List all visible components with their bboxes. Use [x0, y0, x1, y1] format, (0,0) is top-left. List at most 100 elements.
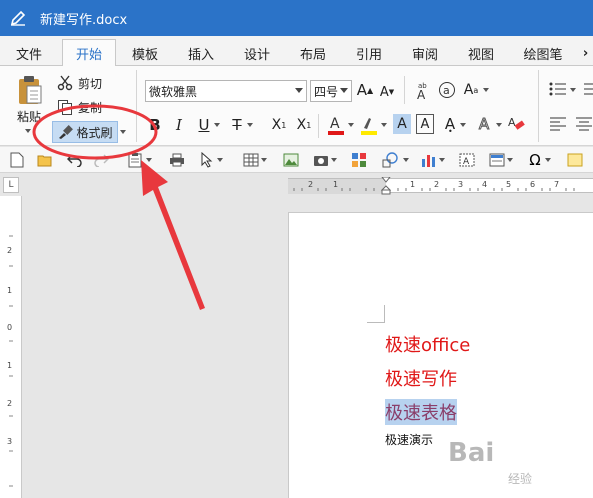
align-left-icon[interactable]	[548, 114, 568, 134]
format-painter-dropdown[interactable]	[119, 128, 127, 136]
undo-icon[interactable]	[66, 151, 84, 169]
v-ruler-tick: 2	[7, 399, 13, 408]
clipboard-dropdown[interactable]	[145, 151, 153, 169]
clear-format-icon[interactable]: A	[506, 114, 526, 134]
select-pointer-icon[interactable]	[198, 151, 216, 169]
grow-font-icon[interactable]: A ▲	[356, 79, 374, 101]
font-color-dropdown[interactable]	[347, 121, 355, 129]
subscript-icon[interactable]: X1	[268, 114, 290, 136]
font-size-value: 四号	[314, 84, 339, 99]
clipboard-icon[interactable]	[126, 151, 144, 169]
chart-icon[interactable]	[420, 151, 438, 169]
symbol-icon[interactable]: Ω	[526, 151, 544, 169]
smartart-icon[interactable]	[350, 151, 368, 169]
new-doc-icon[interactable]	[8, 151, 26, 169]
tab-template[interactable]: 模板	[122, 40, 168, 66]
tab-more[interactable]: ›	[578, 40, 593, 66]
phonetic-icon[interactable]: ab A	[412, 78, 434, 102]
chart-dropdown[interactable]	[438, 151, 446, 169]
tab-file[interactable]: 文件	[6, 40, 52, 66]
doc-line[interactable]: 极速写作	[385, 365, 457, 391]
shapes-icon[interactable]	[382, 151, 400, 169]
doc-line-selected[interactable]: 极速表格	[385, 399, 457, 425]
underline-icon[interactable]: U	[195, 114, 213, 136]
print-icon[interactable]	[168, 151, 186, 169]
highlight-dropdown[interactable]	[380, 121, 388, 129]
superscript-icon[interactable]: X1	[293, 114, 315, 136]
note-icon[interactable]	[566, 151, 584, 169]
emphasis-mark-icon[interactable]: A •	[441, 113, 459, 136]
table-dropdown[interactable]	[260, 151, 268, 169]
header-footer-dropdown[interactable]	[506, 151, 514, 169]
tab-insert[interactable]: 插入	[178, 40, 224, 66]
cut-button[interactable]: 剪切	[76, 74, 104, 92]
header-footer-icon[interactable]	[488, 151, 506, 169]
app-window: 新建写作.docx 文件 开始 模板 插入 设计 布局 引用 审阅 视图 绘图笔…	[0, 0, 593, 498]
font-family-value: 微软雅黑	[149, 84, 198, 99]
paste-dropdown[interactable]	[22, 126, 34, 136]
char-shading-icon[interactable]: A	[393, 114, 411, 134]
select-dropdown[interactable]	[216, 151, 224, 169]
strikethrough-icon[interactable]: T	[228, 114, 246, 136]
italic-icon[interactable]: I	[170, 114, 188, 136]
screenshot-icon[interactable]	[312, 151, 330, 169]
strikethrough-dropdown[interactable]	[246, 121, 254, 129]
textbox-icon[interactable]: A	[458, 151, 476, 169]
table-icon[interactable]	[242, 151, 260, 169]
doc-line[interactable]: 极速office	[385, 331, 470, 357]
tab-home[interactable]: 开始	[62, 39, 116, 67]
text-effect-icon[interactable]: A	[474, 113, 494, 135]
screenshot-dropdown[interactable]	[330, 151, 338, 169]
enclose-char-icon[interactable]: a	[437, 80, 457, 100]
doc-line[interactable]: 极速演示	[385, 431, 433, 448]
shapes-dropdown[interactable]	[402, 151, 410, 169]
v-ruler-tick: 2	[7, 246, 13, 255]
bullet-list-dropdown[interactable]	[569, 86, 577, 94]
paste-button[interactable]: 粘贴	[10, 108, 48, 124]
menu-bar: 文件 开始 模板 插入 设计 布局 引用 审阅 视图 绘图笔 ›	[0, 36, 593, 67]
horizontal-ruler[interactable]: 2 1 1 2 3 4 5 6 7	[288, 176, 593, 195]
font-color-icon[interactable]: A	[326, 112, 346, 138]
copy-icon[interactable]	[56, 98, 74, 116]
bold-icon[interactable]: B	[146, 114, 164, 136]
pen-icon[interactable]	[0, 0, 36, 36]
redo-icon[interactable]	[92, 151, 110, 169]
h-ruler-tick: 2	[308, 180, 314, 189]
format-painter-label: 格式刷	[76, 125, 113, 140]
vertical-ruler[interactable]: 2 1 0 1 2 3	[0, 196, 22, 498]
tab-design[interactable]: 设计	[234, 40, 280, 66]
shrink-font-icon[interactable]: A ▼	[378, 81, 396, 103]
tab-review[interactable]: 审阅	[402, 40, 448, 66]
text-effect-dropdown[interactable]	[495, 121, 503, 129]
title-bar: 新建写作.docx	[0, 0, 593, 36]
document-page[interactable]: 极速office 极速写作 极速表格 极速演示	[288, 212, 593, 498]
tab-draw[interactable]: 绘图笔	[516, 40, 570, 66]
highlight-icon[interactable]	[359, 112, 379, 138]
open-folder-icon[interactable]	[36, 151, 54, 169]
tab-layout[interactable]: 布局	[290, 40, 336, 66]
font-size-select[interactable]: 四号	[310, 80, 352, 102]
emphasis-dropdown[interactable]	[459, 121, 467, 129]
number-list-icon[interactable]	[580, 79, 593, 99]
indent-marker-icon[interactable]	[380, 176, 392, 195]
scissors-icon[interactable]	[56, 74, 74, 92]
tab-view[interactable]: 视图	[458, 40, 504, 66]
h-ruler-tick: 5	[506, 180, 512, 189]
bullet-list-icon[interactable]	[548, 79, 568, 99]
align-center-icon[interactable]	[574, 114, 593, 134]
watermark-sub: 经验	[508, 472, 533, 486]
format-painter-button[interactable]: 格式刷	[52, 121, 118, 143]
picture-icon[interactable]	[282, 151, 300, 169]
copy-button[interactable]: 复制	[76, 98, 104, 116]
underline-dropdown[interactable]	[213, 121, 221, 129]
paste-icon[interactable]	[10, 72, 48, 108]
char-format-icon[interactable]: Aa	[460, 79, 482, 101]
char-border-icon[interactable]: A	[416, 114, 434, 134]
group-divider	[136, 70, 137, 142]
char-format-dropdown[interactable]	[482, 86, 490, 94]
v-ruler-tick: 3	[7, 437, 13, 446]
tab-stop-selector[interactable]: L	[3, 177, 19, 193]
tab-references[interactable]: 引用	[346, 40, 392, 66]
symbol-dropdown[interactable]	[544, 151, 552, 169]
font-family-select[interactable]: 微软雅黑	[145, 80, 307, 102]
